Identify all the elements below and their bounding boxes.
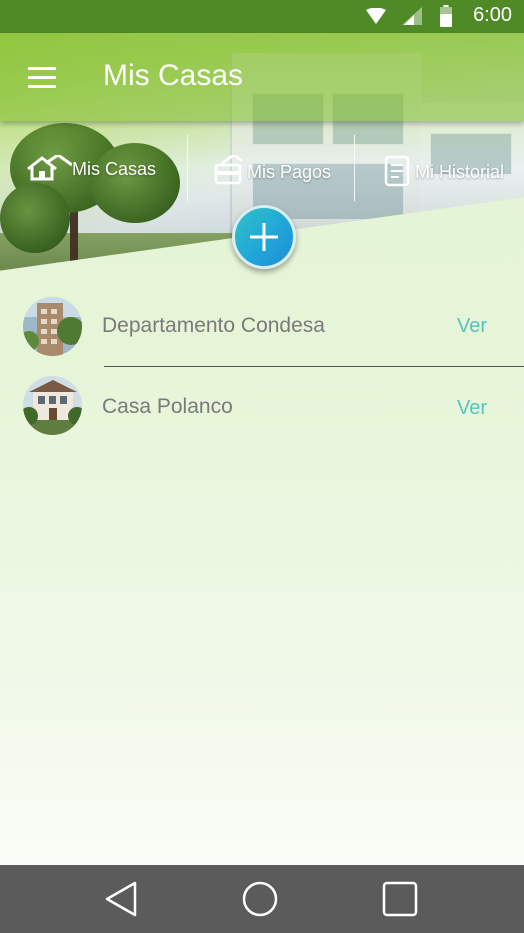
home-circle-icon[interactable] [242, 881, 278, 917]
tab-mis-pagos[interactable]: Mis Pagos [214, 135, 354, 195]
tab-label: Mis Casas [72, 159, 157, 179]
tab-bar: Mis Casas Mis Pagos Mi Historial [0, 135, 524, 201]
add-house-button[interactable] [232, 205, 296, 269]
status-bar: 6:00 [0, 0, 524, 33]
back-triangle-icon[interactable] [104, 881, 138, 917]
house-name: Departamento Condesa [102, 314, 325, 337]
list-divider [104, 366, 524, 367]
plus-icon [250, 223, 278, 251]
payment-card-icon [214, 155, 243, 185]
house-photo [23, 376, 82, 435]
tab-mi-historial[interactable]: Mi Historial [384, 135, 524, 195]
houses-icon [27, 155, 72, 181]
view-button[interactable]: Ver [457, 315, 487, 338]
document-history-icon [384, 155, 410, 187]
tab-divider [187, 135, 188, 201]
house-name: Casa Polanco [102, 395, 233, 418]
list-item[interactable]: Casa Polanco Ver [0, 372, 524, 442]
recents-square-icon[interactable] [382, 881, 418, 917]
system-navigation-bar [0, 865, 524, 933]
hamburger-menu-icon[interactable] [22, 63, 62, 93]
page-title: Mis Casas [103, 59, 244, 92]
app-toolbar: Mis Casas [0, 33, 524, 121]
list-item[interactable]: Departamento Condesa Ver [0, 292, 524, 362]
tab-label: Mi Historial [415, 162, 505, 182]
signal-icon [402, 7, 422, 25]
view-button[interactable]: Ver [457, 397, 487, 420]
wifi-icon [366, 8, 386, 24]
tab-mis-casas[interactable]: Mis Casas [24, 135, 186, 195]
apartment-building-photo [23, 297, 82, 356]
tab-divider [354, 135, 355, 201]
status-time: 6:00 [473, 4, 512, 26]
tab-label: Mis Pagos [247, 162, 332, 182]
battery-icon [440, 5, 452, 27]
